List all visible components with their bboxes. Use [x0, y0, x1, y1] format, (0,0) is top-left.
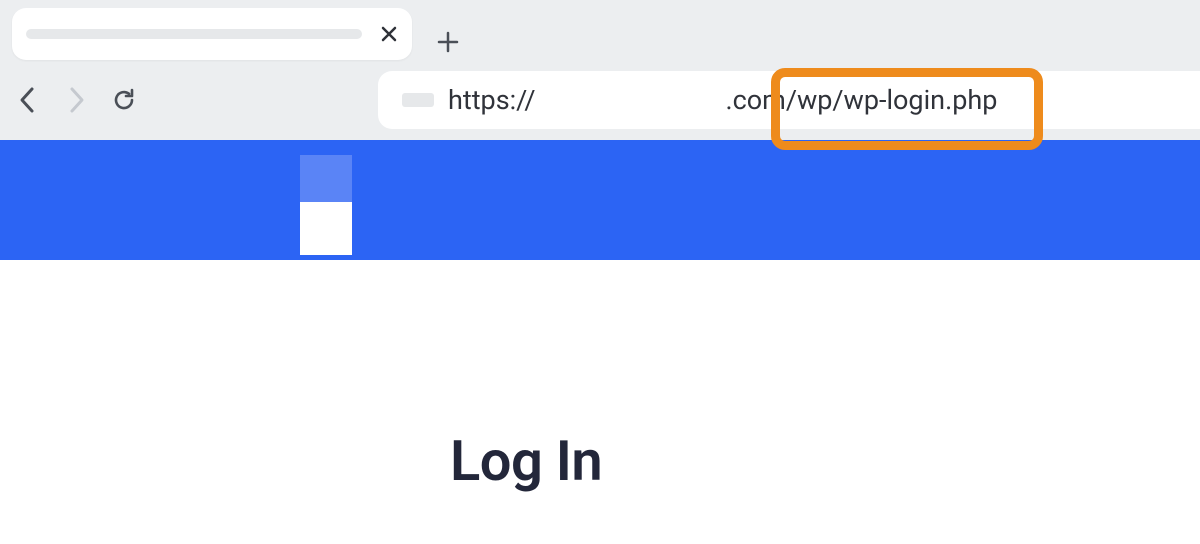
login-heading: Log In [450, 428, 602, 494]
logo-bottom-block [300, 202, 352, 255]
new-tab-button[interactable] [430, 24, 466, 60]
close-tab-icon[interactable] [380, 25, 398, 43]
site-logo[interactable] [300, 155, 352, 255]
chevron-left-icon [17, 86, 39, 114]
ssl-indicator [402, 93, 434, 107]
reload-icon [110, 86, 138, 114]
back-button[interactable] [4, 76, 52, 124]
url-tld: .com [726, 84, 786, 116]
nav-toolbar: https:// .com /wp/wp-login.php [0, 60, 1200, 140]
logo-top-block [300, 155, 352, 202]
chevron-right-icon [65, 86, 87, 114]
active-tab[interactable] [12, 8, 412, 60]
site-header-banner [0, 140, 1200, 260]
url-path: /wp/wp-login.php [786, 84, 998, 116]
url-scheme: https:// [448, 84, 536, 116]
address-bar[interactable]: https:// .com /wp/wp-login.php [378, 71, 1200, 129]
tab-title-placeholder [26, 29, 362, 39]
tab-strip [0, 0, 1200, 60]
reload-button[interactable] [100, 76, 148, 124]
page-body: Log In [0, 260, 1200, 544]
plus-icon [437, 31, 459, 53]
forward-button[interactable] [52, 76, 100, 124]
